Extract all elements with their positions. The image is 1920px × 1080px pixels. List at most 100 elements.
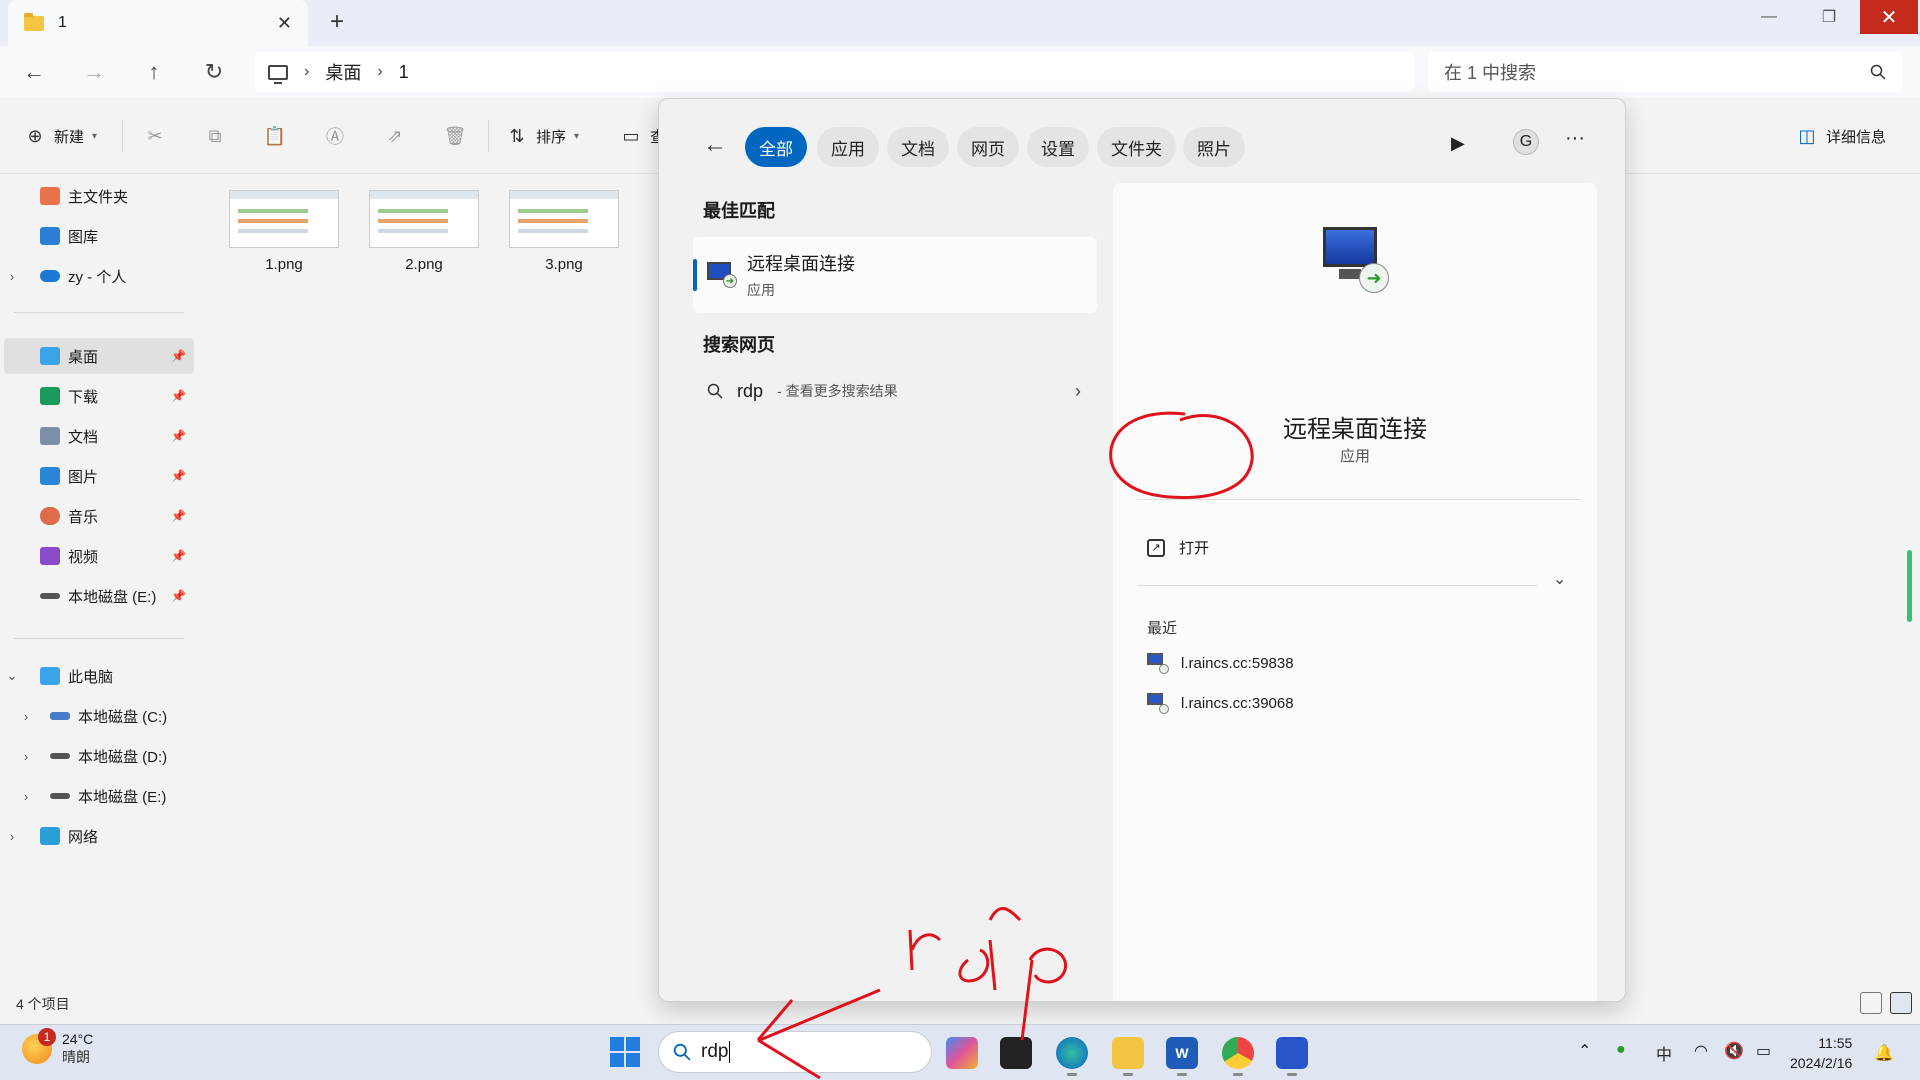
chrome-icon[interactable]	[1222, 1037, 1254, 1069]
copilot-icon[interactable]	[946, 1037, 978, 1069]
detail-app-type: 应用	[1339, 448, 1370, 465]
open-action[interactable]: ↗ 打开	[1147, 537, 1209, 558]
sidebar-item-videos[interactable]: 视频 📌	[4, 538, 194, 574]
close-window-button[interactable]: ✕	[1860, 0, 1918, 34]
chevron-right-icon[interactable]: ›	[18, 709, 34, 724]
panel-back-button[interactable]: ←	[703, 131, 727, 159]
file-item[interactable]: 3.png	[506, 190, 622, 273]
filter-documents[interactable]: 文档	[887, 127, 949, 167]
ime-indicator[interactable]: 中	[1656, 1041, 1672, 1065]
battery-icon[interactable]: ▭	[1756, 1041, 1771, 1061]
best-match-name: 远程桌面连接	[747, 254, 855, 274]
more-options-icon[interactable]: ···	[1565, 127, 1585, 150]
sidebar-item-desktop[interactable]: 桌面 📌	[4, 338, 194, 374]
breadcrumb-desktop[interactable]: 桌面	[325, 59, 361, 85]
share-button[interactable]: ⇗	[384, 118, 406, 154]
chevron-right-icon[interactable]: ›	[18, 789, 34, 804]
clock-date: 2024/2/16	[1790, 1055, 1853, 1071]
cut-button[interactable]: ✂	[144, 118, 166, 154]
terminal-app-icon[interactable]	[1000, 1037, 1032, 1069]
taskbar-search-input[interactable]: rdp	[658, 1031, 932, 1073]
sidebar-item-network[interactable]: › 网络	[4, 818, 194, 854]
edge-icon[interactable]	[1056, 1037, 1088, 1069]
filter-all[interactable]: 全部	[745, 127, 807, 167]
new-tab-button[interactable]: +	[330, 8, 344, 36]
word-icon[interactable]: W	[1166, 1037, 1198, 1069]
pin-icon: 📌	[171, 429, 186, 443]
this-pc-icon	[268, 64, 288, 84]
filter-folders[interactable]: 文件夹	[1097, 127, 1176, 167]
expand-chevron-icon[interactable]: ⌄	[1553, 569, 1566, 589]
filter-settings[interactable]: 设置	[1027, 127, 1089, 167]
sidebar-item-drive-c[interactable]: › 本地磁盘 (C:)	[4, 698, 194, 734]
scroll-indicator[interactable]	[1907, 550, 1912, 622]
chevron-right-icon[interactable]: ›	[4, 829, 20, 844]
web-search-result[interactable]: rdp - 查看更多搜索结果 ›	[693, 371, 1097, 411]
paste-button[interactable]: 📋	[264, 118, 286, 154]
copy-button[interactable]: ⧉	[204, 118, 226, 154]
tab-close-icon[interactable]: ✕	[277, 13, 292, 34]
sidebar-item-drive-e[interactable]: 本地磁盘 (E:) 📌	[4, 578, 194, 614]
recent-item[interactable]: l.raincs.cc:59838	[1147, 653, 1294, 674]
windows-start-icon[interactable]	[610, 1037, 640, 1067]
app-tray-icon[interactable]: ●	[1616, 1041, 1626, 1059]
notification-badge: 1	[38, 1028, 56, 1046]
file-item[interactable]: 1.png	[226, 190, 342, 273]
filter-photos[interactable]: 照片	[1183, 127, 1245, 167]
restore-button[interactable]: ❐	[1800, 0, 1858, 34]
system-clock[interactable]: 11:55 2024/2/16	[1790, 1033, 1852, 1073]
folder-icon	[24, 12, 44, 31]
weather-widget[interactable]: 1 24°C 晴朗	[22, 1028, 94, 1067]
this-pc-icon	[40, 667, 60, 685]
file-name: 1.png	[265, 256, 303, 273]
forward-button[interactable]: →	[76, 54, 112, 90]
open-label: 打开	[1179, 540, 1210, 557]
chevron-down-icon[interactable]: ⌄	[4, 668, 20, 684]
file-explorer-icon[interactable]	[1112, 1037, 1144, 1069]
best-match-result[interactable]: ➜ 远程桌面连接 应用	[693, 237, 1097, 313]
details-view-icon[interactable]	[1860, 992, 1882, 1014]
remote-desktop-taskbar-icon[interactable]	[1276, 1037, 1308, 1069]
account-avatar[interactable]: G	[1513, 129, 1539, 155]
chevron-right-icon[interactable]: ›	[18, 749, 34, 764]
sidebar-item-gallery[interactable]: 图库	[4, 218, 194, 254]
sidebar-item-drive-e2[interactable]: › 本地磁盘 (E:)	[4, 778, 194, 814]
sidebar-item-label: 视频	[68, 548, 99, 566]
sidebar-item-downloads[interactable]: 下载 📌	[4, 378, 194, 414]
best-match-title: 最佳匹配	[703, 201, 775, 221]
minimize-button[interactable]: —	[1740, 0, 1798, 34]
folder-search-input[interactable]: 在 1 中搜索	[1428, 52, 1902, 92]
sidebar-item-music[interactable]: 音乐 📌	[4, 498, 194, 534]
sort-button[interactable]: ⇅ 排序 ▾	[506, 118, 579, 154]
sidebar-item-drive-d[interactable]: › 本地磁盘 (D:)	[4, 738, 194, 774]
filter-web[interactable]: 网页	[957, 127, 1019, 167]
large-icons-view-icon[interactable]	[1890, 992, 1912, 1014]
sidebar-item-this-pc[interactable]: ⌄ 此电脑	[4, 658, 194, 694]
play-icon[interactable]: ▶	[1451, 133, 1465, 154]
sidebar-item-documents[interactable]: 文档 📌	[4, 418, 194, 454]
file-item[interactable]: 2.png	[366, 190, 482, 273]
refresh-button[interactable]: ↻	[196, 54, 232, 90]
details-pane-button[interactable]: ◫ 详细信息	[1796, 118, 1886, 154]
rename-button[interactable]: Ⓐ	[324, 118, 346, 154]
sidebar-item-home[interactable]: 主文件夹	[4, 178, 194, 214]
back-button[interactable]: ←	[16, 54, 52, 90]
wifi-icon[interactable]: ◠	[1694, 1041, 1708, 1061]
delete-button[interactable]: 🗑	[444, 118, 467, 154]
details-label: 详细信息	[1826, 128, 1887, 146]
chevron-right-icon[interactable]: ›	[4, 269, 20, 284]
recent-item[interactable]: l.raincs.cc:39068	[1147, 693, 1294, 714]
weather-temp: 24°C	[62, 1031, 94, 1047]
notification-bell-icon[interactable]: 🔔	[1874, 1043, 1894, 1063]
breadcrumb-folder[interactable]: 1	[399, 62, 409, 83]
up-button[interactable]: ↑	[136, 54, 172, 90]
filter-apps[interactable]: 应用	[817, 127, 879, 167]
volume-muted-icon[interactable]: 🔇	[1724, 1041, 1744, 1061]
chevron-up-icon[interactable]: ⌃	[1578, 1041, 1591, 1061]
clipboard-icon: 📋	[263, 125, 287, 146]
sidebar-item-pictures[interactable]: 图片 📌	[4, 458, 194, 494]
address-bar[interactable]: › 桌面 › 1	[254, 52, 1414, 92]
sidebar-item-onedrive[interactable]: › zy - 个人	[4, 258, 194, 294]
new-button[interactable]: ⊕ 新建 ▾	[24, 118, 97, 154]
explorer-tab[interactable]: 1 ✕	[8, 0, 308, 46]
